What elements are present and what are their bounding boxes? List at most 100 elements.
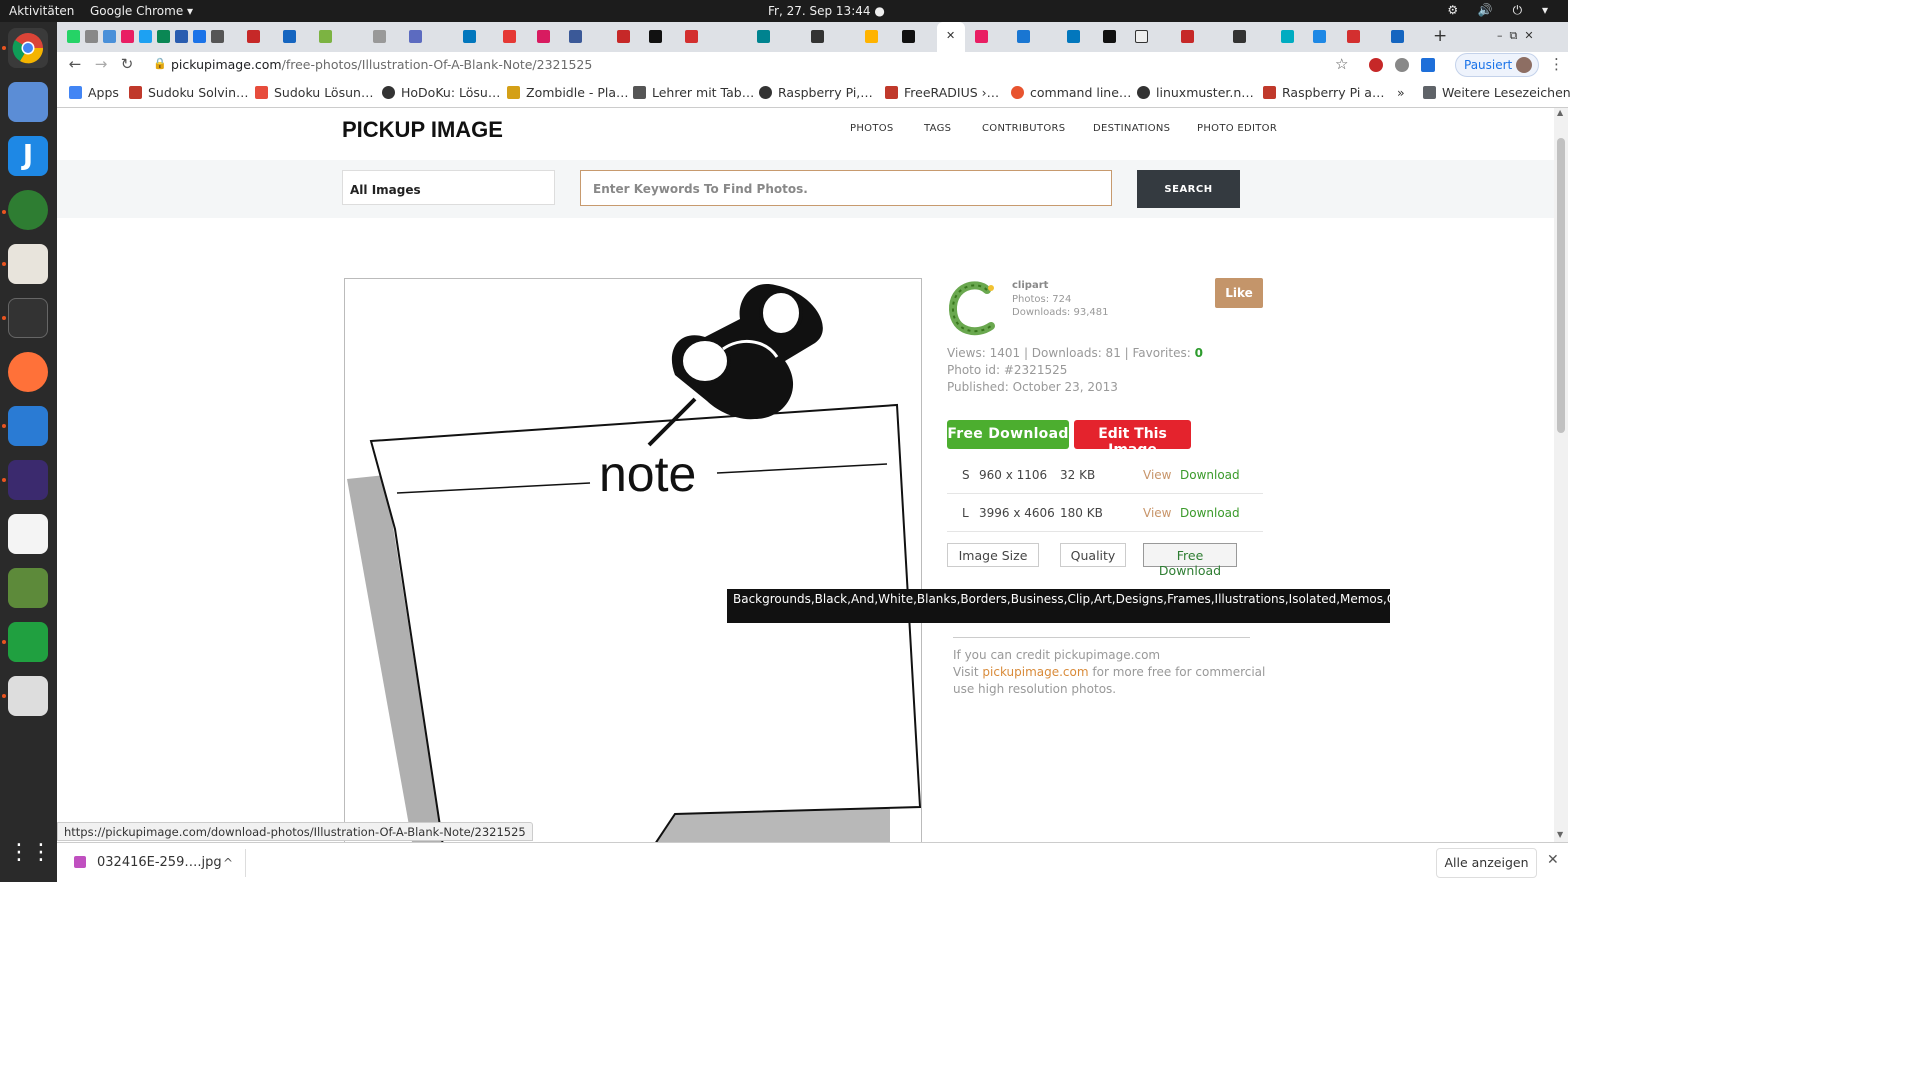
tab-favicon[interactable]: [503, 30, 516, 43]
bookmark-star-icon[interactable]: ☆: [1335, 55, 1348, 73]
tab-favicon[interactable]: [1313, 30, 1326, 43]
main-photo[interactable]: note: [344, 278, 922, 842]
tab-favicon[interactable]: [537, 30, 550, 43]
tab-favicon[interactable]: [1347, 30, 1360, 43]
mail-icon[interactable]: [8, 82, 48, 122]
pickupimage-link[interactable]: pickupimage.com: [982, 665, 1088, 679]
tab-favicon[interactable]: [283, 30, 296, 43]
download-link[interactable]: Download: [1180, 468, 1240, 482]
bookmark-item[interactable]: Raspberry Pi,…: [759, 85, 873, 100]
tab-favicon[interactable]: [865, 30, 878, 43]
java-j-icon[interactable]: J: [8, 136, 48, 176]
tab-favicon[interactable]: [67, 30, 80, 43]
tab-favicon[interactable]: [685, 30, 698, 43]
search-tool-icon[interactable]: [8, 676, 48, 716]
other-bookmarks[interactable]: Weitere Lesezeichen: [1423, 85, 1571, 100]
extension-icon[interactable]: [1421, 58, 1435, 72]
nav-contributors[interactable]: CONTRIBUTORS: [982, 123, 1065, 134]
bookmark-item[interactable]: HoDoKu: Lösu…: [382, 85, 500, 100]
tab-favicon[interactable]: [811, 30, 824, 43]
new-tab-button[interactable]: +: [1433, 26, 1447, 46]
tab-favicon[interactable]: [85, 30, 98, 43]
tab-favicon[interactable]: [757, 30, 770, 43]
free-download-small-button[interactable]: Free Download: [1143, 543, 1237, 578]
tab-favicon[interactable]: [175, 30, 188, 43]
nav-photo-editor[interactable]: PHOTO EDITOR: [1197, 123, 1277, 134]
show-all-downloads-button[interactable]: Alle anzeigen: [1436, 848, 1537, 878]
author-name[interactable]: clipart: [1012, 280, 1048, 291]
profile-paused-button[interactable]: Pausiert: [1455, 53, 1539, 77]
keepassxc-icon[interactable]: [8, 190, 48, 230]
address-bar[interactable]: 🔒 pickupimage.com/free-photos/Illustrati…: [145, 54, 1345, 76]
clock[interactable]: Fr, 27. Sep 13:44 ●: [768, 4, 885, 18]
bookmarks-overflow[interactable]: »: [1397, 85, 1405, 100]
tab-close-icon[interactable]: ✕: [946, 29, 955, 42]
chrome-icon[interactable]: [8, 28, 48, 68]
tab-favicon[interactable]: [463, 30, 476, 43]
view-link[interactable]: View: [1143, 468, 1171, 482]
menu-kebab-icon[interactable]: ⋮: [1549, 55, 1564, 73]
tab-favicon[interactable]: [1067, 30, 1080, 43]
free-download-button[interactable]: Free Download: [947, 420, 1069, 449]
firefox-icon[interactable]: [8, 352, 48, 392]
bookmark-apps[interactable]: Apps: [69, 85, 119, 100]
tab-favicon[interactable]: [1017, 30, 1030, 43]
category-select[interactable]: All Images: [342, 170, 555, 205]
page-scrollbar[interactable]: ▲ ▼: [1554, 108, 1568, 842]
tab-favicon[interactable]: [193, 30, 206, 43]
show-apps-icon[interactable]: ⋮⋮: [8, 834, 52, 874]
tab-favicon[interactable]: [1391, 30, 1404, 43]
tab-favicon[interactable]: [902, 30, 915, 43]
tab-favicon[interactable]: [157, 30, 170, 43]
like-button[interactable]: Like: [1215, 278, 1263, 308]
scroll-down-icon[interactable]: ▼: [1557, 830, 1563, 839]
app-menu[interactable]: Google Chrome ▾: [90, 4, 193, 18]
extension-icon[interactable]: [1369, 58, 1383, 72]
tab-favicon[interactable]: [139, 30, 152, 43]
tab-favicon[interactable]: [1103, 30, 1116, 43]
bookmark-item[interactable]: Sudoku Solvin…: [129, 85, 249, 100]
window-controls[interactable]: – ⧉ ✕: [1497, 29, 1534, 43]
bookmark-item[interactable]: linuxmuster.n…: [1137, 85, 1254, 100]
tab-favicon[interactable]: [319, 30, 332, 43]
back-icon[interactable]: ←: [65, 55, 85, 73]
tab-favicon[interactable]: [247, 30, 260, 43]
tab-favicon[interactable]: [409, 30, 422, 43]
search-button[interactable]: SEARCH: [1137, 170, 1240, 208]
download-filename[interactable]: 032416E-259….jpg: [97, 855, 222, 870]
scroll-up-icon[interactable]: ▲: [1557, 108, 1563, 117]
tab-favicon[interactable]: [373, 30, 386, 43]
search-input[interactable]: Enter Keywords To Find Photos.: [580, 170, 1112, 206]
tab-favicon[interactable]: [569, 30, 582, 43]
system-menu[interactable]: ⚙ 🔊 ⏻ ▾: [1447, 3, 1556, 18]
minecraft-icon[interactable]: [8, 568, 48, 608]
chevron-up-icon[interactable]: ^: [223, 856, 233, 870]
author-avatar[interactable]: [947, 280, 999, 336]
extension-icon[interactable]: [1395, 58, 1409, 72]
tab-favicon[interactable]: [649, 30, 662, 43]
tab-favicon[interactable]: [103, 30, 116, 43]
forward-icon[interactable]: →: [91, 55, 111, 73]
reload-icon[interactable]: ↻: [117, 55, 137, 73]
nav-tags[interactable]: TAGS: [924, 123, 951, 134]
quality-select[interactable]: Quality: [1060, 543, 1126, 567]
download-link[interactable]: Download: [1180, 506, 1240, 520]
tab-favicon[interactable]: [1135, 30, 1148, 43]
tab-favicon[interactable]: [121, 30, 134, 43]
terminal-icon[interactable]: [8, 298, 48, 338]
view-link[interactable]: View: [1143, 506, 1171, 520]
site-logo[interactable]: PICKUP IMAGE: [342, 117, 503, 143]
tab-favicon[interactable]: [975, 30, 988, 43]
writer-icon[interactable]: [8, 406, 48, 446]
tab-favicon[interactable]: [1281, 30, 1294, 43]
bookmark-item[interactable]: Zombidle - Pla…: [507, 85, 629, 100]
activities-button[interactable]: Aktivitäten: [9, 4, 74, 18]
tab-favicon[interactable]: [617, 30, 630, 43]
bookmark-item[interactable]: FreeRADIUS ›…: [885, 85, 999, 100]
bookmark-item[interactable]: Sudoku Lösun…: [255, 85, 373, 100]
scroll-thumb[interactable]: [1557, 138, 1565, 433]
text-editor-icon[interactable]: [8, 514, 48, 554]
bookmark-item[interactable]: Raspberry Pi a…: [1263, 85, 1384, 100]
close-icon[interactable]: ✕: [1547, 852, 1559, 868]
tab-favicon[interactable]: [1181, 30, 1194, 43]
